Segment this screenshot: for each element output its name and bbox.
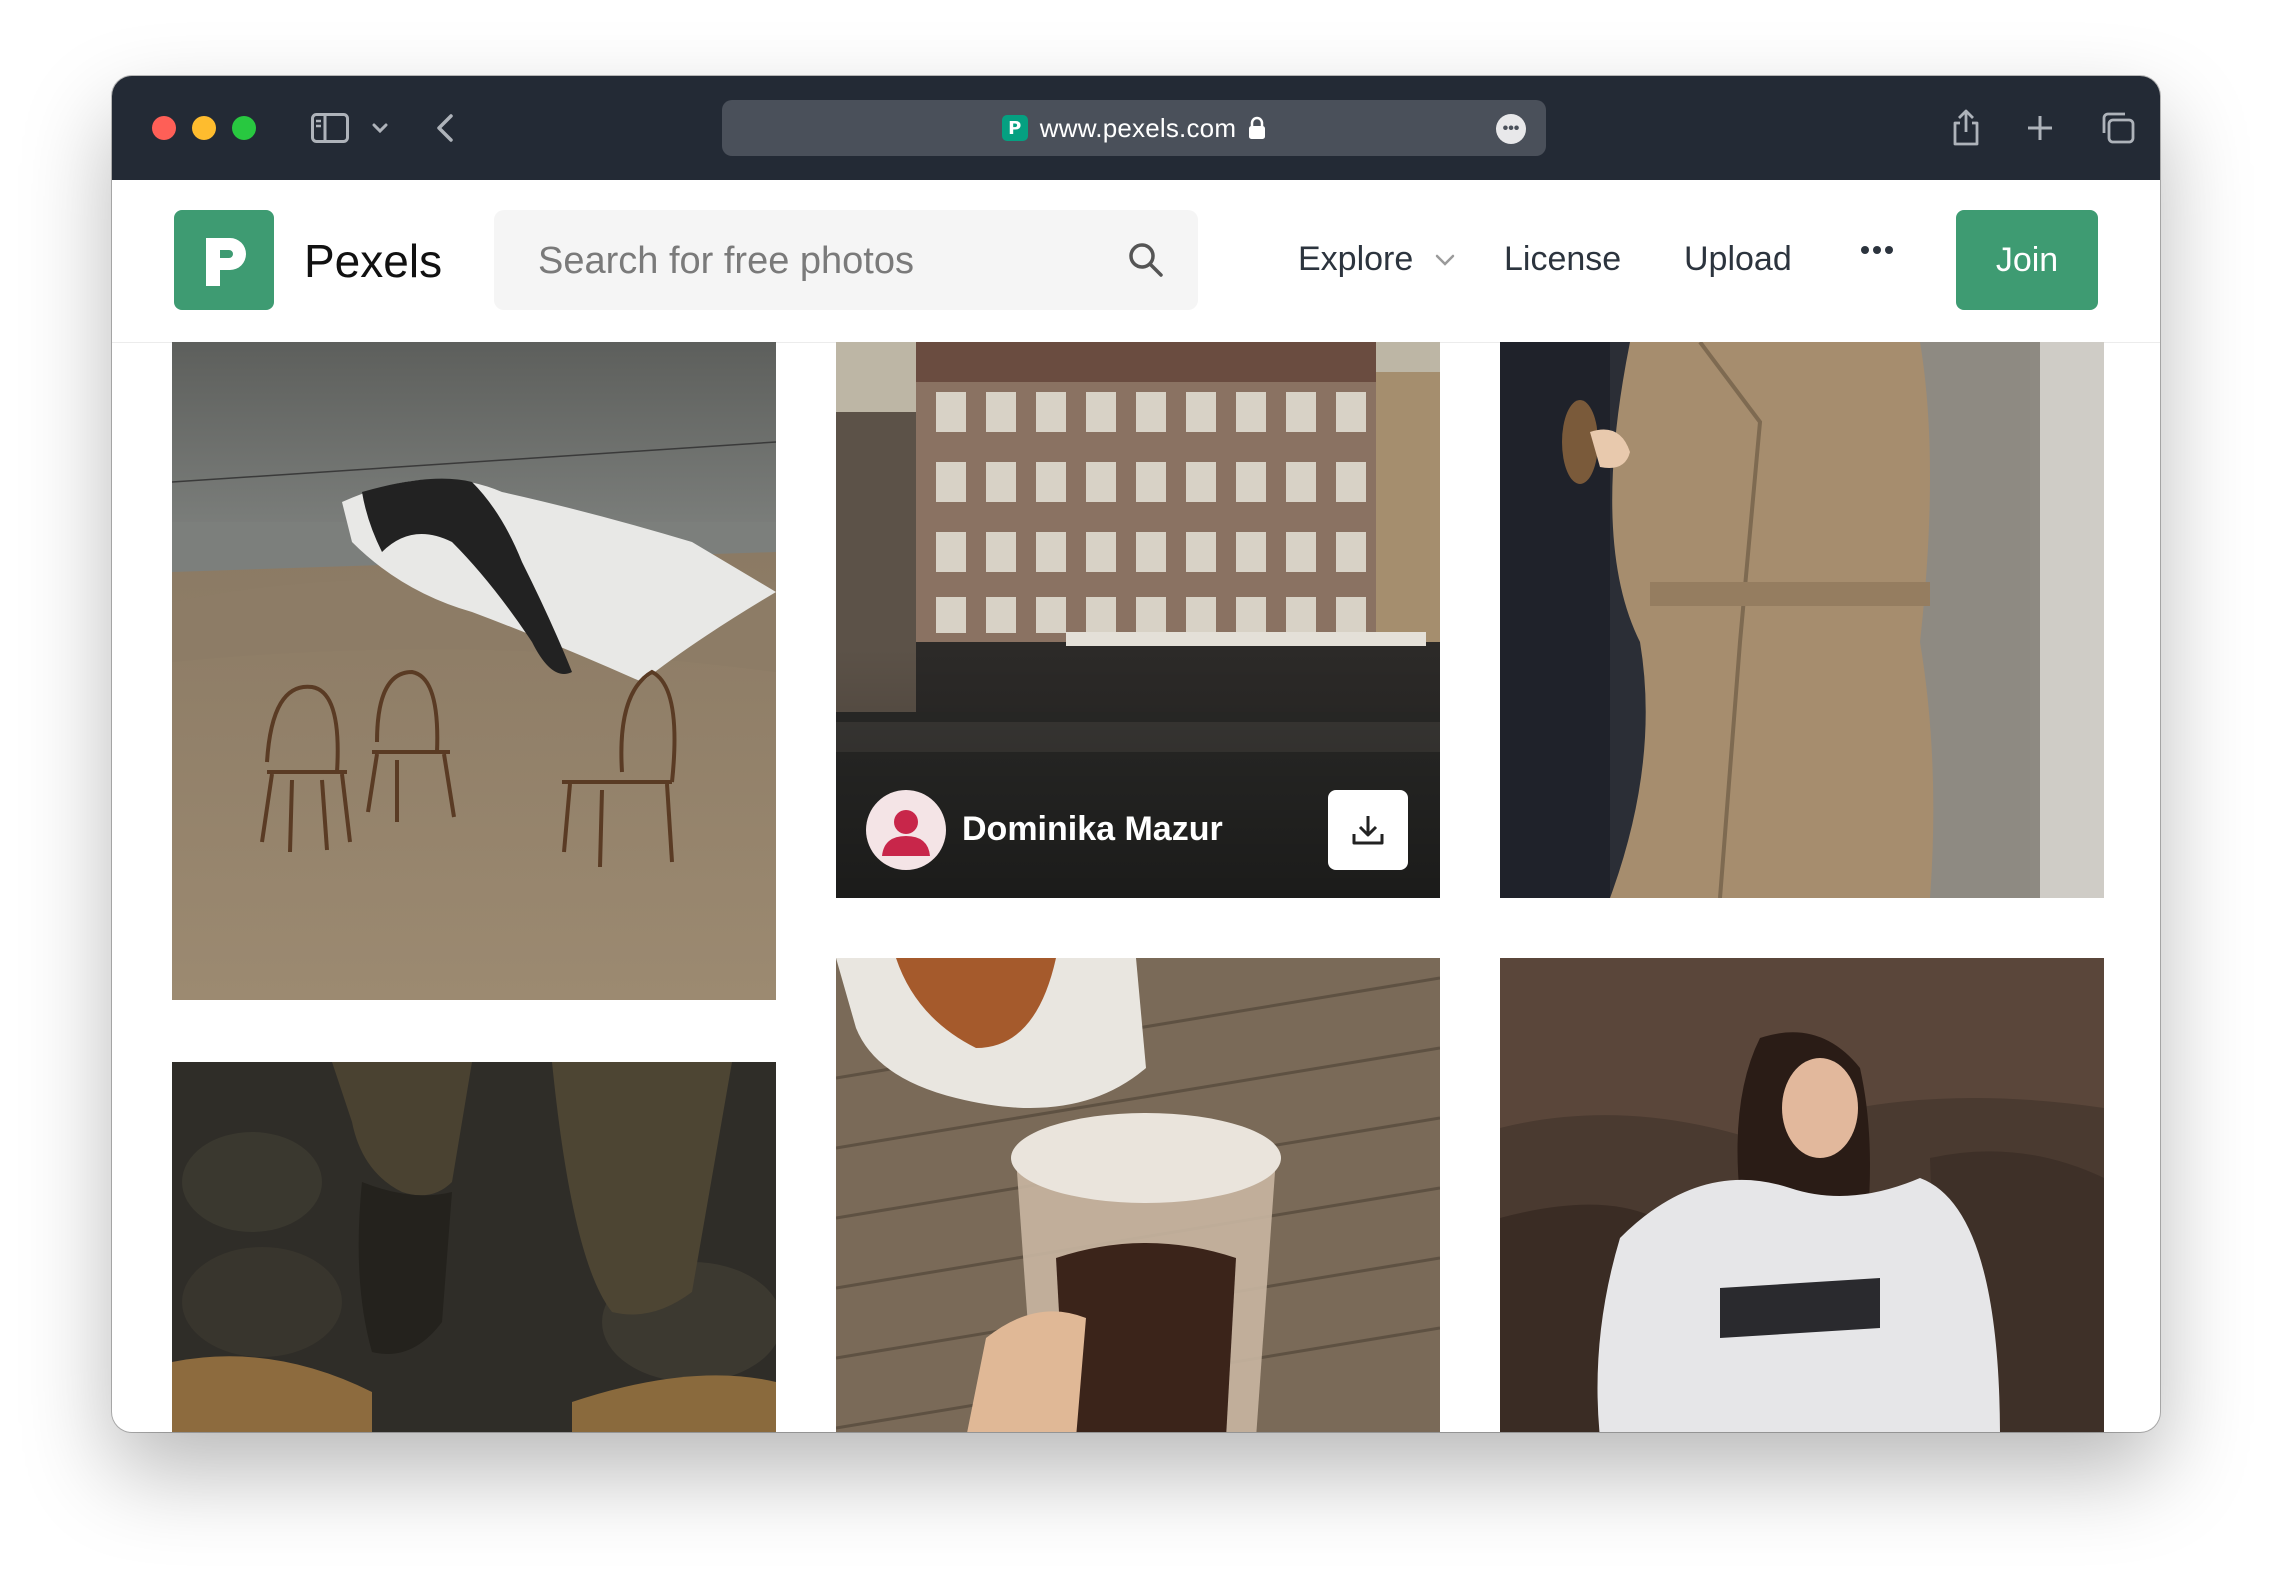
search-box <box>494 210 1198 312</box>
lock-icon <box>1249 116 1266 139</box>
photo-girl-sweatshirt-rocks <box>1500 958 2104 1432</box>
join-button[interactable]: Join <box>1956 210 2098 310</box>
zoom-window-button[interactable] <box>232 116 256 140</box>
share-icon[interactable] <box>1948 106 1984 150</box>
minimize-window-button[interactable] <box>192 116 216 140</box>
photo-card-hovered[interactable]: Dominika Mazur <box>836 342 1440 898</box>
page-menu-icon[interactable]: ••• <box>1496 114 1526 144</box>
photo-iced-drink-hello-bag <box>836 958 1440 1432</box>
url-text: www.pexels.com <box>1039 112 1237 143</box>
nav-explore[interactable]: Explore <box>1298 240 1455 279</box>
sidebar-toggle-icon[interactable] <box>308 106 352 150</box>
photographer-name[interactable]: Dominika Mazur <box>962 810 1223 849</box>
browser-toolbar: P www.pexels.com ••• <box>112 76 2160 180</box>
more-menu-icon[interactable] <box>1860 242 1894 260</box>
chevron-down-icon <box>1436 254 1455 266</box>
photo-trench-coat-door <box>1500 342 2104 898</box>
nav-explore-label: Explore <box>1298 240 1414 278</box>
download-button[interactable] <box>1328 790 1408 870</box>
photo-card[interactable] <box>172 342 776 1000</box>
photo-chairs-on-beach <box>172 342 776 1000</box>
new-tab-icon[interactable] <box>2022 106 2058 150</box>
photo-card[interactable] <box>1500 342 2104 898</box>
browser-window: P www.pexels.com ••• Pexels Search for f… <box>112 76 2160 1432</box>
photo-card[interactable] <box>1500 958 2104 1432</box>
tab-overview-icon[interactable] <box>2098 106 2138 150</box>
photo-card[interactable] <box>836 958 1440 1432</box>
close-window-button[interactable] <box>152 116 176 140</box>
avatar[interactable] <box>866 790 946 870</box>
photo-boots-on-rocks <box>172 1062 776 1432</box>
site-header: Pexels Explore License Upload Join <box>112 180 2160 343</box>
nav-license[interactable]: License <box>1504 240 1621 279</box>
search-icon[interactable] <box>1126 240 1166 285</box>
back-icon[interactable] <box>430 106 460 150</box>
download-icon <box>1352 816 1384 845</box>
logo-text[interactable]: Pexels <box>304 234 442 288</box>
search-input[interactable] <box>536 210 1100 312</box>
nav-upload[interactable]: Upload <box>1684 240 1792 279</box>
address-bar[interactable]: P www.pexels.com ••• <box>722 100 1546 156</box>
photo-card[interactable] <box>172 1062 776 1432</box>
pexels-logo-icon[interactable] <box>174 210 274 310</box>
chevron-down-icon[interactable] <box>368 106 392 150</box>
site-favicon-icon: P <box>1001 115 1028 141</box>
photo-grid: Dominika Mazur <box>112 342 2160 1432</box>
